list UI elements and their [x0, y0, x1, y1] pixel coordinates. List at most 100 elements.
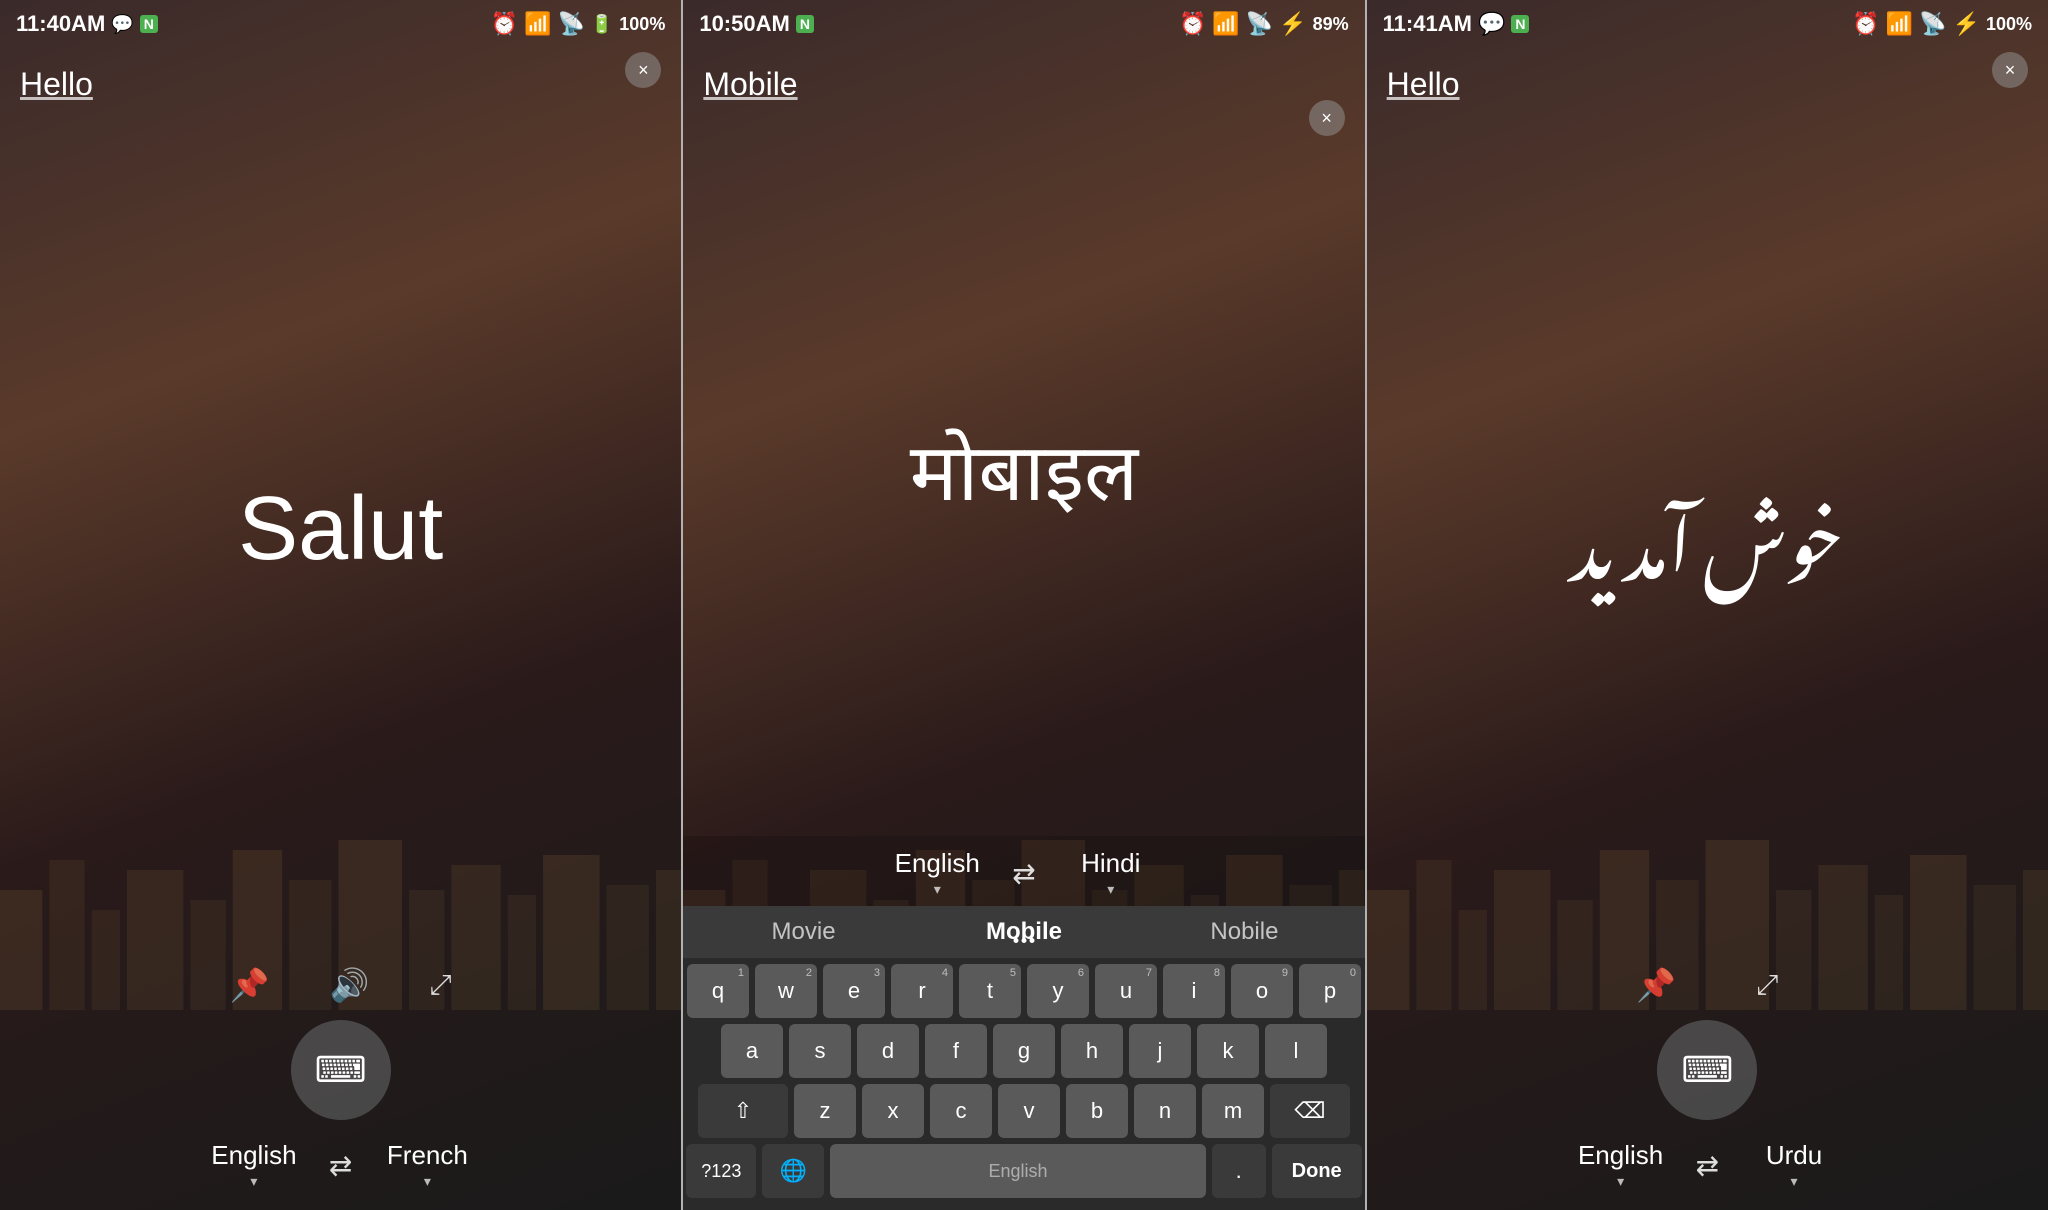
- whatsapp-icon-1: 💬: [111, 14, 133, 35]
- key-z[interactable]: z: [794, 1084, 856, 1138]
- keyboard: 1q 2w 3e 4r 5t 6y 7u 8i 9o 0p a s d f g …: [683, 958, 1364, 1210]
- key-done[interactable]: Done: [1272, 1144, 1362, 1198]
- keyboard-btn-3[interactable]: ⌨: [1657, 1020, 1757, 1120]
- key-g[interactable]: g: [993, 1024, 1055, 1078]
- panel-3: 11:41AM 💬 N ⏰ 📶 📡 ⚡ 100% Hello × خوش آمد…: [1367, 0, 2048, 1210]
- panel-2: 10:50AM N ⏰ 📶 📡 ⚡ 89% Mobile × मोबाइल En…: [683, 0, 1364, 1210]
- key-p[interactable]: 0p: [1299, 964, 1361, 1018]
- battery-pct-1: 100%: [619, 14, 665, 35]
- lang-from-item-1[interactable]: English ▾: [199, 1140, 309, 1190]
- swap-btn-1[interactable]: ⇄: [329, 1149, 352, 1182]
- status-bar-1: 11:40AM 💬 N ⏰ 📶 📡 🔋 100%: [0, 0, 681, 48]
- panel-1: 11:40AM 💬 N ⏰ 📶 📡 🔋 100% Hello × Salut 📌…: [0, 0, 681, 1210]
- lang-to-item-2[interactable]: Hindi ▾: [1056, 848, 1166, 898]
- lang-to-arrow-3: ▾: [1791, 1173, 1798, 1190]
- battery-icon-3: ⚡: [1953, 11, 1980, 37]
- notification-icon-2: N: [796, 15, 814, 33]
- key-period[interactable]: .: [1212, 1144, 1266, 1198]
- key-u[interactable]: 7u: [1095, 964, 1157, 1018]
- pin-btn-3[interactable]: 📌: [1636, 966, 1676, 1004]
- key-special[interactable]: ?123: [686, 1144, 756, 1198]
- lang-row-3: English ▾ ⇄ Urdu ▾: [1387, 1140, 2028, 1190]
- keyboard-circle-wrapper-1: ⌨: [20, 1020, 661, 1120]
- autocomplete-word-0[interactable]: Movie: [693, 918, 913, 946]
- keyboard-icon-3: ⌨: [1681, 1049, 1733, 1091]
- key-r[interactable]: 4r: [891, 964, 953, 1018]
- key-l[interactable]: l: [1265, 1024, 1327, 1078]
- lang-from-arrow-1: ▾: [250, 1173, 257, 1190]
- key-num-r: 4: [942, 967, 948, 979]
- translation-word-2: मोबाइल: [910, 415, 1138, 524]
- key-f[interactable]: f: [925, 1024, 987, 1078]
- time-3: 11:41AM: [1383, 11, 1472, 37]
- key-e[interactable]: 3e: [823, 964, 885, 1018]
- key-k[interactable]: k: [1197, 1024, 1259, 1078]
- pin-btn-1[interactable]: 📌: [230, 966, 270, 1004]
- autocomplete-word-2[interactable]: Nobile: [1134, 918, 1354, 946]
- key-num-t: 5: [1010, 967, 1016, 979]
- key-s[interactable]: s: [789, 1024, 851, 1078]
- key-num-y: 6: [1078, 967, 1084, 979]
- signal-icon-3: 📡: [1919, 11, 1946, 37]
- key-v[interactable]: v: [998, 1084, 1060, 1138]
- bottom-area-1: 📌 🔊 ⤢ ⌨ English ▾ ⇄ French ▾: [0, 956, 681, 1210]
- translation-area-3: خوش آمدید: [1367, 103, 2048, 956]
- key-w[interactable]: 2w: [755, 964, 817, 1018]
- key-a[interactable]: a: [721, 1024, 783, 1078]
- icons-row-1: 📌 🔊 ⤢: [20, 966, 661, 1004]
- key-row-2: a s d f g h j k l: [686, 1024, 1361, 1078]
- translation-area-2: मोबाइल: [683, 103, 1364, 836]
- lang-to-arrow-1: ▾: [424, 1173, 431, 1190]
- key-b[interactable]: b: [1066, 1084, 1128, 1138]
- key-shift[interactable]: ⇧: [698, 1084, 788, 1138]
- battery-pct-3: 100%: [1986, 14, 2032, 35]
- translation-area-1: Salut: [0, 103, 681, 956]
- lang-to-item-3[interactable]: Urdu ▾: [1739, 1140, 1849, 1190]
- battery-icon-2: ⚡: [1279, 11, 1306, 37]
- keyboard-icon-1: ⌨: [315, 1049, 367, 1091]
- key-c[interactable]: c: [930, 1084, 992, 1138]
- input-word-1: Hello: [0, 48, 681, 103]
- whatsapp-icon-3: 💬: [1478, 11, 1505, 37]
- time-1: 11:40AM: [16, 11, 105, 37]
- key-n[interactable]: n: [1134, 1084, 1196, 1138]
- volume-btn-1[interactable]: 🔊: [329, 966, 369, 1004]
- status-bar-3: 11:41AM 💬 N ⏰ 📶 📡 ⚡ 100%: [1367, 0, 2048, 48]
- key-j[interactable]: j: [1129, 1024, 1191, 1078]
- alarm-icon-3: ⏰: [1852, 11, 1879, 37]
- key-y[interactable]: 6y: [1027, 964, 1089, 1018]
- lang-from-label-2: English: [895, 848, 980, 879]
- key-q[interactable]: 1q: [687, 964, 749, 1018]
- notification-icon-3: N: [1511, 15, 1529, 33]
- lang-from-item-3[interactable]: English ▾: [1566, 1140, 1676, 1190]
- key-backspace[interactable]: ⌫: [1270, 1084, 1350, 1138]
- key-x[interactable]: x: [862, 1084, 924, 1138]
- signal-icon-2: 📡: [1246, 11, 1273, 37]
- key-d[interactable]: d: [857, 1024, 919, 1078]
- expand-btn-1[interactable]: ⤢: [429, 969, 451, 1002]
- status-icons-2: N: [796, 15, 814, 33]
- key-t[interactable]: 5t: [959, 964, 1021, 1018]
- icons-row-3: 📌 ⤢: [1387, 966, 2028, 1004]
- lang-to-arrow-2: ▾: [1107, 881, 1114, 898]
- close-btn-3[interactable]: ×: [1992, 52, 2028, 88]
- key-globe[interactable]: 🌐: [762, 1144, 824, 1198]
- swap-btn-2[interactable]: ⇄: [1012, 857, 1035, 890]
- key-space[interactable]: English: [830, 1144, 1205, 1198]
- key-h[interactable]: h: [1061, 1024, 1123, 1078]
- close-btn-2[interactable]: ×: [1309, 100, 1345, 136]
- key-i[interactable]: 8i: [1163, 964, 1225, 1018]
- key-num-p: 0: [1350, 967, 1356, 979]
- lang-to-label-1: French: [387, 1140, 468, 1171]
- key-m[interactable]: m: [1202, 1084, 1264, 1138]
- right-status-icons-2: ⏰ 📶 📡 ⚡ 89%: [1179, 11, 1349, 37]
- lang-to-label-3: Urdu: [1766, 1140, 1822, 1171]
- lang-from-item-2[interactable]: English ▾: [882, 848, 992, 898]
- keyboard-btn-1[interactable]: ⌨: [291, 1020, 391, 1120]
- swap-btn-3[interactable]: ⇄: [1696, 1149, 1719, 1182]
- key-o[interactable]: 9o: [1231, 964, 1293, 1018]
- wifi-icon-2: 📶: [1212, 11, 1239, 37]
- lang-to-item-1[interactable]: French ▾: [372, 1140, 482, 1190]
- expand-btn-3[interactable]: ⤢: [1756, 969, 1778, 1002]
- input-word-2: Mobile: [683, 48, 1364, 103]
